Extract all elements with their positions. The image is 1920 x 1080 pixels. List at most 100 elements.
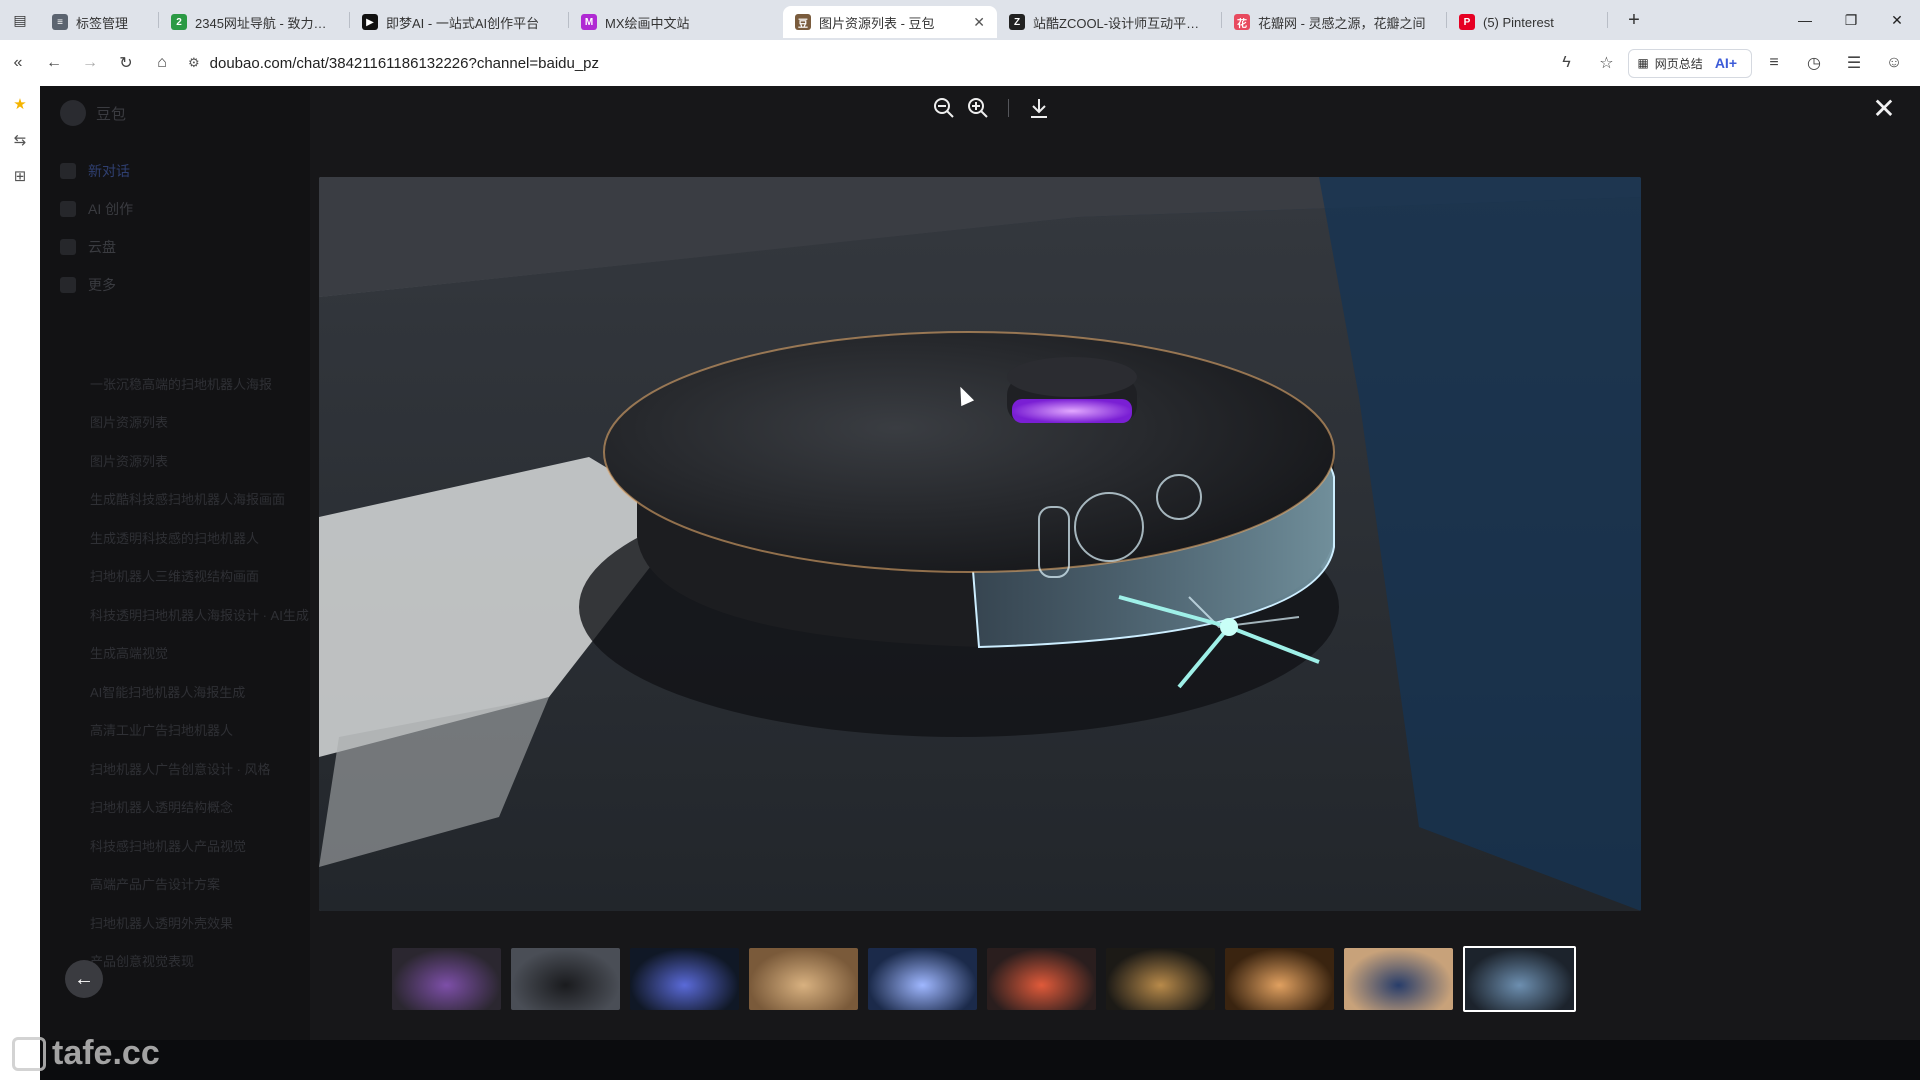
tab-0[interactable]: ≡ 标签管理 [40,6,158,38]
chat-history-list: 一张沉稳高端的扫地机器人海报 图片资源列表 图片资源列表 生成酷科技感扫地机器人海报画… [90,364,309,980]
reading-list-icon[interactable]: ≡ [1756,45,1792,81]
bookmark-star-icon[interactable]: ☆ [1588,45,1624,81]
summary-icon: ▦ [1637,56,1649,70]
address-bar[interactable]: ⚙ doubao.com/chat/38421161186132226?chan… [188,55,599,72]
menu-item-label: 更多 [88,277,116,293]
tab-2[interactable]: ▶ 即梦AI - 一站式AI创作平台 [350,6,568,38]
tab-4[interactable]: 豆图片资源列表 - 豆包 ✕ [783,6,997,38]
browser-side-rail: ★ ⇆ ⊞ [0,86,40,1080]
restore-icon[interactable]: ❐ [1828,0,1874,40]
thumbnail-item[interactable] [392,948,501,1010]
thumbnail-item[interactable] [749,948,858,1010]
sidebar-menu-item[interactable]: 云盘 [60,228,133,266]
favorites-star-icon[interactable]: ★ [0,86,40,122]
reload-icon[interactable]: ↻ [108,45,144,81]
tab-menu-icon[interactable]: ▤ [0,0,40,40]
back-icon[interactable]: ← [36,45,72,81]
window-close-icon[interactable]: ✕ [1874,0,1920,40]
sidebar-menu: 新对话 AI 创作云盘更多 [60,152,133,304]
arrow-left-icon[interactable]: ← [65,960,103,998]
tab-close-icon[interactable]: ✕ [973,14,985,31]
tab-label: 标签管理 [76,15,129,31]
tab-1[interactable]: 2 2345网址导航 - 致力于打造百年 [159,6,349,38]
browser-toolbar: « ← → ↻ ⌂ ⚙ doubao.com/chat/384211611861… [0,40,1920,86]
tab-label: 花瓣网 - 灵感之源，花瓣之间 [1258,15,1426,31]
collapse-sidebar-icon[interactable]: « [0,45,36,81]
thumbnail-item[interactable] [987,948,1096,1010]
url-text: doubao.com/chat/38421161186132226?channe… [209,54,600,72]
tab-label: 2345网址导航 - 致力于打造百年 [195,15,337,31]
tab-7[interactable]: P (5) Pinterest [1447,6,1607,38]
thumbnail-strip [392,946,1576,1012]
thumbnail-item[interactable] [1106,948,1215,1010]
thumbnail-item[interactable] [1225,948,1334,1010]
tab-favicon-icon: ▶ [362,14,378,30]
history-item[interactable]: AI智能扫地机器人海报生成 [90,672,309,711]
history-icon[interactable]: ◷ [1796,45,1832,81]
site-settings-icon[interactable]: ⚙ [188,55,200,71]
menu-item-label: AI 创作 [88,201,134,217]
lightning-icon[interactable]: ϟ [1548,45,1584,81]
history-item[interactable]: 生成透明科技感的扫地机器人 [90,518,309,557]
history-item[interactable]: 科技感扫地机器人产品视觉 [90,826,309,865]
history-item[interactable]: 高清工业广告扫地机器人 [90,711,309,750]
history-item[interactable]: 扫地机器人广告创意设计 · 风格 [90,749,309,788]
zoom-in-icon[interactable] [964,94,992,122]
tab-label: (5) Pinterest [1483,14,1554,30]
page-summary-button[interactable]: ▦ 网页总结 AI+ [1628,48,1752,78]
tab-5[interactable]: Z 站酷ZCOOL-设计师互动平台-打 [997,6,1221,38]
sidebar-menu-item[interactable]: 新对话 [60,152,133,190]
watermark: tafe.cc [12,1034,160,1073]
tab-3[interactable]: M MX绘画中文站 [569,6,783,38]
history-item[interactable]: 图片资源列表 [90,441,309,480]
thumbnail-item[interactable] [1463,946,1576,1012]
swap-icon[interactable]: ⇆ [0,122,40,158]
tab-label: 站酷ZCOOL-设计师互动平台-打 [1033,15,1209,31]
add-panel-icon[interactable]: ⊞ [0,158,40,194]
tab-favicon-icon: P [1459,14,1475,30]
profile-icon[interactable]: ☺ [1876,45,1912,81]
tab-6[interactable]: 花花瓣网 - 灵感之源，花瓣之间 [1222,6,1446,38]
close-icon[interactable]: ✕ [1868,92,1900,124]
thumbnail-item[interactable] [630,948,739,1010]
menu-item-label: 新对话 [88,163,130,179]
tab-favicon-icon: 豆 [795,14,811,30]
tab-list: ≡ 标签管理 2 2345网址导航 - 致力于打造百年 ▶ 即梦AI - 一站式AI创作平… [40,2,1608,38]
toolbar-divider [1008,99,1009,117]
history-item[interactable]: 一张沉稳高端的扫地机器人海报 [90,364,309,403]
thumbnail-item[interactable] [511,948,620,1010]
thumbnail-item[interactable] [1344,948,1453,1010]
download-icon[interactable] [1025,94,1053,122]
menu-item-icon [60,201,76,217]
forward-icon[interactable]: → [72,45,108,81]
tab-favicon-icon: 2 [171,14,187,30]
tab-list-icon[interactable]: ☰ [1836,45,1872,81]
history-item[interactable]: 产品创意视觉表现 [90,942,309,981]
sidebar-menu-item[interactable]: AI 创作 [60,190,133,228]
home-icon[interactable]: ⌂ [144,45,180,81]
minimize-icon[interactable]: — [1782,0,1828,40]
tab-separator [1607,12,1608,28]
history-item[interactable]: 扫地机器人透明结构概念 [90,788,309,827]
tab-favicon-icon: ≡ [52,14,68,30]
preview-image [319,177,1641,911]
browser-tab-strip: ▤ ≡ 标签管理 2 2345网址导航 - 致力于打造百年 ▶ 即梦AI - 一站式AI创… [0,0,1920,40]
menu-item-icon [60,163,76,179]
thumbnail-item[interactable] [868,948,977,1010]
new-tab-button[interactable]: + [1616,9,1652,32]
window-controls: — ❐ ✕ [1782,0,1920,40]
doubao-sidebar: 豆包 新对话 AI 创作 云盘 更多 一张沉稳高端的扫地机器人海报 图片资源列表 图片资源… [40,86,310,1040]
history-item[interactable]: 生成酷科技感扫地机器人海报画面 [90,480,309,519]
sidebar-menu-item[interactable]: 更多 [60,266,133,304]
zoom-out-icon[interactable] [930,94,958,122]
history-item[interactable]: 生成高端视觉 [90,634,309,673]
history-item[interactable]: 高端产品广告设计方案 [90,865,309,904]
summary-label: 网页总结 [1654,56,1703,71]
watermark-text: tafe.cc [52,1034,160,1072]
history-item[interactable]: 扫地机器人透明外壳效果 [90,903,309,942]
history-item[interactable]: 科技透明扫地机器人海报设计 · AI生成 [90,595,309,634]
image-viewer-toolbar: ✕ [40,86,1920,136]
history-item[interactable]: 扫地机器人三维透视结构画面 [90,557,309,596]
tab-label: 图片资源列表 - 豆包 [819,15,935,31]
history-item[interactable]: 图片资源列表 [90,403,309,442]
